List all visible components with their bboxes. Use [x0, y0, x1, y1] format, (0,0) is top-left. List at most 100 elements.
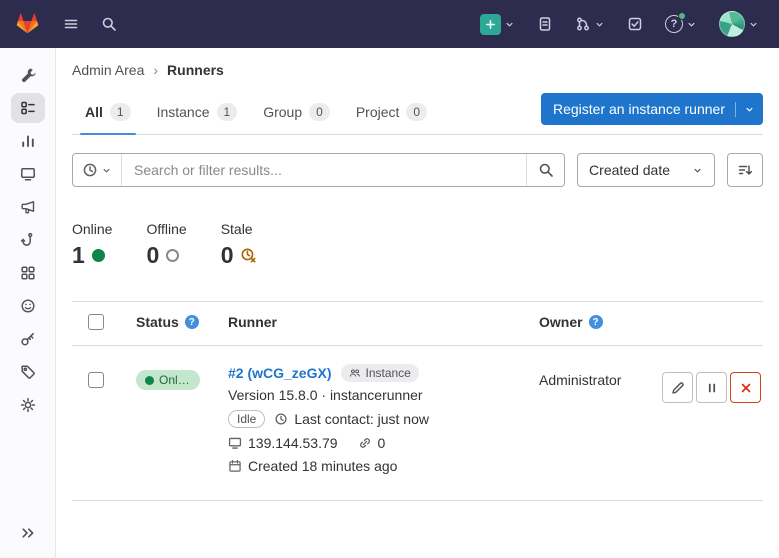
owner-column-header: Owner: [539, 314, 583, 330]
chevron-down-icon: [686, 19, 697, 30]
tab-instance-label: Instance: [157, 104, 210, 120]
sidebar-item-system-hooks[interactable]: [11, 225, 45, 255]
row-checkbox[interactable]: [88, 372, 104, 388]
edit-runner-button[interactable]: [662, 372, 693, 403]
runner-id-link[interactable]: #2 (wCG_zeGX): [228, 365, 331, 381]
issues-button[interactable]: [531, 10, 559, 38]
stat-online: Online 1: [72, 221, 112, 269]
status-column-header: Status: [136, 314, 179, 330]
tab-project[interactable]: Project 0: [343, 92, 440, 134]
collapse-sidebar-button[interactable]: [11, 518, 45, 548]
tab-group-count: 0: [309, 103, 330, 121]
offline-status-ring-icon: [166, 249, 179, 262]
tab-instance-count: 1: [217, 103, 238, 121]
stat-online-value: 1: [72, 242, 85, 269]
gitlab-logo[interactable]: [14, 7, 47, 41]
breadcrumb-admin-area-link[interactable]: Admin Area: [72, 62, 144, 78]
tab-project-label: Project: [356, 104, 400, 120]
clock-icon: [274, 412, 288, 426]
tag-icon: [20, 364, 36, 380]
sidebar-item-overview[interactable]: [11, 93, 45, 123]
register-button-dropdown-toggle[interactable]: [735, 102, 763, 117]
admin-sidebar: [0, 48, 56, 558]
runner-tabs: All 1 Instance 1 Group 0 Project 0 Regis…: [72, 92, 763, 135]
table-header-row: Status ? Runner Owner ?: [72, 301, 763, 346]
sidebar-item-messages[interactable]: [11, 192, 45, 222]
todos-button[interactable]: [621, 10, 649, 38]
tab-all[interactable]: All 1: [72, 92, 144, 134]
runner-created-text: Created 18 minutes ago: [248, 458, 397, 474]
runner-stats: Online 1 Offline 0 Stale 0: [72, 221, 763, 269]
merge-requests-button[interactable]: [569, 10, 611, 38]
online-dot-icon: [145, 376, 154, 385]
search-history-dropdown[interactable]: [73, 154, 122, 186]
status-help-icon[interactable]: ?: [185, 315, 199, 329]
filter-search-input[interactable]: [122, 154, 526, 186]
stat-offline-value: 0: [146, 242, 159, 269]
sort-by-dropdown[interactable]: Created date: [577, 153, 715, 187]
sidebar-item-applications[interactable]: [11, 258, 45, 288]
pause-runner-button[interactable]: [696, 372, 727, 403]
hamburger-menu-button[interactable]: [57, 10, 85, 38]
chevron-down-icon: [101, 165, 112, 176]
applications-grid-icon: [20, 265, 36, 281]
runner-type-label: Instance: [365, 366, 410, 380]
monitor-icon: [20, 166, 36, 182]
chevron-down-icon: [504, 19, 515, 30]
help-menu-button[interactable]: ?: [659, 9, 703, 39]
last-contact-text: Last contact: just now: [294, 411, 429, 427]
gitlab-tanuki-icon: [14, 11, 41, 37]
runner-status-text: Online: [159, 373, 191, 387]
user-avatar: [719, 11, 745, 37]
close-x-icon: [738, 380, 754, 396]
register-button-label: Register an instance runner: [553, 101, 735, 117]
merge-request-icon: [575, 16, 591, 32]
sidebar-item-admin-area[interactable]: [11, 60, 45, 90]
tab-group-label: Group: [263, 104, 302, 120]
runner-type-badge: Instance: [341, 364, 418, 382]
owner-help-icon[interactable]: ?: [589, 315, 603, 329]
tab-instance[interactable]: Instance 1: [144, 92, 251, 134]
main-content: Admin Area › Runners All 1 Instance 1 Gr…: [56, 48, 779, 558]
online-status-dot-icon: [92, 249, 105, 262]
sidebar-item-credentials[interactable]: [11, 324, 45, 354]
search-submit-button[interactable]: [526, 154, 564, 186]
global-search-button[interactable]: [95, 10, 123, 38]
tab-all-count: 1: [110, 103, 131, 121]
gear-icon: [20, 397, 36, 413]
key-icon: [20, 331, 36, 347]
todos-check-icon: [627, 16, 643, 32]
hamburger-icon: [63, 16, 79, 32]
select-all-checkbox[interactable]: [88, 314, 104, 330]
runners-table: Status ? Runner Owner ?: [72, 301, 763, 501]
sidebar-item-monitoring[interactable]: [11, 159, 45, 189]
tab-all-label: All: [85, 104, 103, 120]
tab-project-count: 0: [406, 103, 427, 121]
sort-by-label: Created date: [589, 162, 670, 178]
calendar-icon: [228, 459, 242, 473]
sidebar-item-analytics[interactable]: [11, 126, 45, 156]
new-menu-button[interactable]: [474, 8, 521, 41]
stat-online-label: Online: [72, 221, 112, 237]
stat-stale-value: 0: [221, 242, 234, 269]
sidebar-item-abuse-reports[interactable]: [11, 291, 45, 321]
delete-runner-button[interactable]: [730, 372, 761, 403]
runner-version-text: Version 15.8.0 · instancerunner: [228, 387, 423, 403]
sidebar-item-labels[interactable]: [11, 357, 45, 387]
register-instance-runner-button[interactable]: Register an instance runner: [541, 93, 763, 125]
people-icon: [349, 367, 361, 379]
breadcrumb-separator: ›: [153, 62, 158, 78]
issues-icon: [537, 16, 553, 32]
pencil-icon: [670, 380, 686, 396]
wrench-icon: [20, 67, 36, 83]
sidebar-item-settings[interactable]: [11, 390, 45, 420]
runner-row: Online #2 (wCG_zeGX) Instance Version 15…: [72, 346, 763, 501]
user-menu-button[interactable]: [713, 5, 765, 43]
tab-group[interactable]: Group 0: [250, 92, 343, 134]
megaphone-icon: [20, 199, 36, 215]
breadcrumb-current-page: Runners: [167, 62, 224, 78]
plus-icon: [480, 14, 501, 35]
chevron-down-icon: [748, 19, 759, 30]
filtered-search-box: [72, 153, 565, 187]
sort-direction-button[interactable]: [727, 153, 763, 187]
